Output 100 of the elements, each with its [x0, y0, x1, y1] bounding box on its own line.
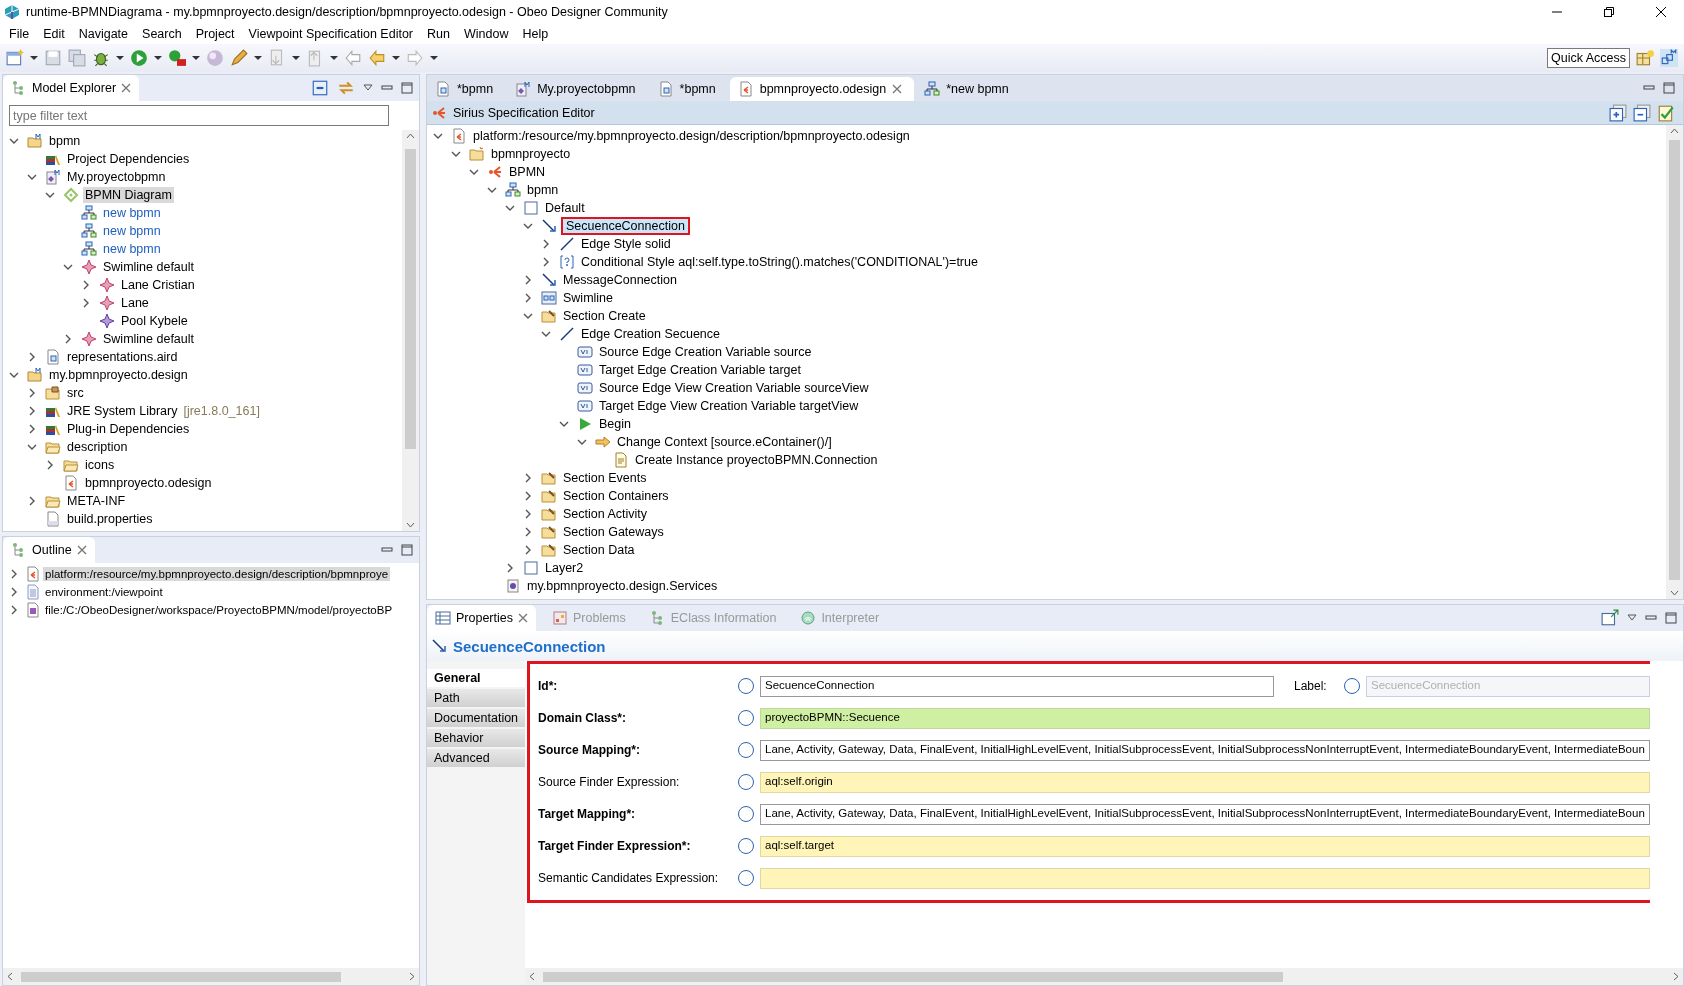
tree-item[interactable]: Swimline [561, 290, 615, 306]
collapse-all-icon[interactable] [311, 79, 329, 97]
expand-toggle-icon[interactable] [559, 419, 569, 429]
expand-toggle-icon[interactable] [451, 149, 461, 159]
scroll-up-icon[interactable] [1670, 128, 1679, 134]
vertical-scrollbar[interactable] [1666, 125, 1683, 599]
tree-item[interactable]: Source Edge Creation Variable source [597, 344, 814, 360]
expand-toggle-icon[interactable] [523, 509, 533, 519]
tree-item[interactable]: environment:/viewpoint [43, 585, 165, 599]
tree-item[interactable]: my.bpmnproyecto.design.Services [525, 578, 720, 594]
tree-item[interactable]: Plug-in Dependencies [65, 421, 192, 437]
expand-toggle-icon[interactable] [9, 587, 19, 597]
pin-icon[interactable] [1601, 609, 1619, 627]
tree-item[interactable]: Layer2 [543, 560, 586, 576]
expand-toggle-icon[interactable] [523, 527, 533, 537]
scroll-left-icon[interactable] [7, 972, 13, 981]
input-field[interactable]: aql:self.origin [760, 771, 1650, 793]
tree-item[interactable]: Lane Cristian [119, 277, 197, 293]
input-field[interactable]: SecuenceConnection [760, 675, 1274, 697]
maximize-icon[interactable] [401, 82, 413, 94]
expand-toggle-icon[interactable] [523, 473, 533, 483]
pen-icon[interactable] [230, 49, 248, 67]
tree-item[interactable]: src [65, 385, 86, 401]
expand-toggle-icon[interactable] [523, 221, 533, 231]
tree-item[interactable]: Section Gateways [561, 524, 666, 540]
tree-item[interactable]: platform:/resource/my.bpmnproyecto.design/description/bpmnproyecto.odesign [471, 128, 912, 144]
tree-item[interactable]: Edge Style solid [579, 236, 673, 252]
caret-icon[interactable] [392, 55, 400, 61]
view-tab[interactable]: Outline [3, 537, 95, 563]
menu-item[interactable]: Edit [36, 27, 72, 41]
tree-item[interactable]: Section Events [561, 470, 649, 486]
validate-icon[interactable] [1657, 103, 1675, 122]
maximize-icon[interactable] [1665, 612, 1677, 624]
tree-item[interactable]: build.properties [65, 511, 155, 527]
menu-item[interactable]: Help [515, 27, 556, 41]
menu-item[interactable]: Navigate [71, 27, 136, 41]
expand-toggle-icon[interactable] [523, 275, 533, 285]
tree-item[interactable]: Create Instance proyectoBPMN.Connection [633, 452, 880, 468]
menu-item[interactable]: Search [135, 27, 189, 41]
expand-toggle-icon[interactable] [45, 190, 55, 200]
tree-item[interactable]: BPMN [507, 164, 548, 180]
scroll-right-icon[interactable] [409, 972, 415, 981]
caret-icon[interactable] [430, 55, 438, 61]
scroll-down-icon[interactable] [1670, 590, 1679, 596]
editor-tab[interactable]: *new bpmn [916, 77, 1021, 101]
expand-toggle-icon[interactable] [27, 388, 37, 398]
quick-access-field[interactable]: Quick Access [1546, 48, 1630, 68]
expand-toggle-icon[interactable] [487, 185, 497, 195]
tree-item[interactable]: Lane [119, 295, 151, 311]
caret-icon[interactable] [116, 55, 124, 61]
tree-item[interactable]: description [65, 439, 130, 455]
scroll-left-icon[interactable] [529, 972, 535, 981]
expand-toggle-icon[interactable] [523, 311, 533, 321]
back-icon[interactable] [368, 49, 386, 67]
menu-item[interactable]: File [2, 27, 37, 41]
expand-toggle-icon[interactable] [27, 352, 37, 362]
input-field[interactable] [760, 867, 1650, 889]
section-tab[interactable]: General [427, 669, 525, 689]
scroll-right-icon[interactable] [1673, 972, 1679, 981]
tree-item[interactable]: Conditional Style aql:self.type.toString().matches('CONDITIONAL')=true [579, 254, 980, 270]
tree-item[interactable]: Source Edge View Creation Variable sourceView [597, 380, 871, 396]
expand-toggle-icon[interactable] [81, 298, 91, 308]
filter-field[interactable]: type filter text [9, 105, 389, 126]
view-tab[interactable]: Model Explorer [3, 75, 140, 101]
tree-item[interactable]: bpmn [47, 133, 83, 149]
expand-toggle-icon[interactable] [27, 406, 37, 416]
caret-icon[interactable] [192, 55, 200, 61]
expand-toggle-icon[interactable] [9, 569, 19, 579]
expand-toggle-icon[interactable] [45, 460, 55, 470]
menu-item[interactable]: Viewpoint Specification Editor [241, 27, 420, 41]
horizontal-scrollbar[interactable] [525, 968, 1683, 985]
scroll-down-icon[interactable] [406, 522, 415, 528]
tree-item[interactable]: Target Edge Creation Variable target [597, 362, 803, 378]
expand-toggle-icon[interactable] [27, 172, 37, 182]
expand-toggle-icon[interactable] [541, 329, 551, 339]
caret-icon[interactable] [254, 55, 262, 61]
expand-toggle-icon[interactable] [9, 370, 19, 380]
expand-toggle-icon[interactable] [523, 545, 533, 555]
expand-toggle-icon[interactable] [541, 257, 551, 267]
run-icon[interactable] [130, 49, 148, 67]
caret-icon[interactable] [30, 55, 38, 61]
expand-toggle-icon[interactable] [505, 563, 515, 573]
menu-item[interactable]: Run [420, 27, 457, 41]
editor-tab[interactable]: *bpmn [427, 77, 506, 101]
tree-item[interactable]: Begin [597, 416, 633, 432]
restore-icon[interactable] [1604, 7, 1614, 17]
expand-toggle-icon[interactable] [81, 280, 91, 290]
tree-item[interactable]: new bpmn [101, 223, 163, 239]
tree-item[interactable]: Swimline default [101, 331, 196, 347]
tree-item[interactable]: JRE System Library [65, 403, 180, 419]
open-perspective-icon[interactable] [1636, 49, 1654, 67]
input-field[interactable]: Lane, Activity, Gateway, Data, FinalEvent, InitialHighLevelEvent, InitialSubprocessEvent, InitialSubprocessNonInterruptEvent, IntermediateBoundaryEvent, IntermediateBoun [760, 803, 1650, 825]
close-icon[interactable] [1656, 7, 1666, 17]
tree-item[interactable]: SecuenceConnection [561, 217, 690, 235]
caret-icon[interactable] [330, 55, 338, 61]
expand-toggle-icon[interactable] [27, 496, 37, 506]
modeling-perspective-icon[interactable] [1660, 49, 1678, 67]
section-tab[interactable]: Behavior [427, 729, 525, 749]
expand-toggle-icon[interactable] [27, 442, 37, 452]
tree-item[interactable]: new bpmn [101, 205, 163, 221]
